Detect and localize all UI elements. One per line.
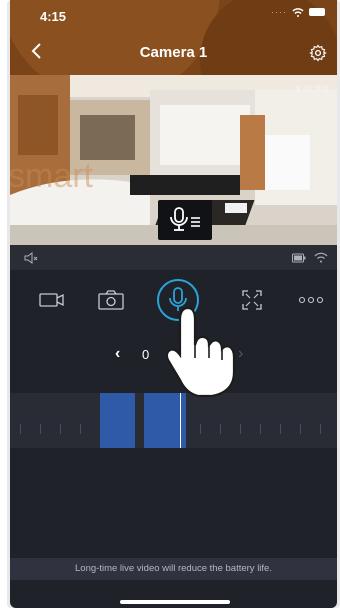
page-title: Camera 1: [139, 44, 208, 61]
gear-icon: [309, 44, 327, 62]
timeline-tick: [200, 424, 201, 434]
status-bar: 4:15 ····: [10, 0, 337, 28]
home-indicator[interactable]: [120, 600, 230, 604]
timeline-tick: [80, 424, 81, 434]
more-button[interactable]: [293, 282, 329, 318]
settings-button[interactable]: [309, 44, 329, 64]
playback-timeline[interactable]: [10, 393, 337, 448]
recording-segment[interactable]: [100, 393, 135, 448]
talking-microphone-icon: [170, 207, 200, 231]
timeline-cursor[interactable]: [180, 393, 181, 448]
bitrate-label: $ 45.2KB: [296, 85, 329, 94]
timeline-tick: [40, 424, 41, 434]
video-status-bar: [10, 245, 337, 270]
timeline-tick: [60, 424, 61, 434]
status-icons: ····: [271, 7, 325, 17]
more-icon: [298, 296, 324, 304]
snapshot-button[interactable]: [93, 282, 129, 318]
record-button[interactable]: [34, 282, 70, 318]
timeline-tick: [260, 424, 261, 434]
talk-indicator: [158, 200, 212, 240]
wifi-icon: [314, 252, 328, 263]
timeline-tick: [280, 424, 281, 434]
previous-day-button[interactable]: ‹: [115, 345, 120, 363]
app-screen: 4:15 ···· Camera 1 smart $ 45.2KB ‹ 0 › …: [10, 0, 337, 608]
svg-text:smart: smart: [10, 157, 94, 195]
video-camera-icon: [39, 293, 64, 307]
header: 4:15 ···· Camera 1: [10, 0, 337, 75]
status-time: 4:15: [40, 9, 67, 24]
battery-icon: [292, 253, 306, 263]
timeline-tick: [300, 424, 301, 434]
battery-warning: Long-time live video will reduce the bat…: [10, 558, 337, 580]
timeline-tick: [320, 424, 321, 434]
wifi-status-icon: [292, 7, 304, 17]
signal-icon: ····: [271, 7, 287, 17]
battery-status-icon: [309, 8, 325, 16]
camera-icon: [98, 290, 124, 310]
fullscreen-icon: [242, 290, 262, 310]
timeline-tick: [20, 424, 21, 434]
timeline-tick: [240, 424, 241, 434]
timeline-tick: [220, 424, 221, 434]
date-label: 0: [142, 347, 150, 362]
tap-hand-icon: [165, 306, 236, 398]
speaker-muted-icon[interactable]: [24, 252, 38, 264]
